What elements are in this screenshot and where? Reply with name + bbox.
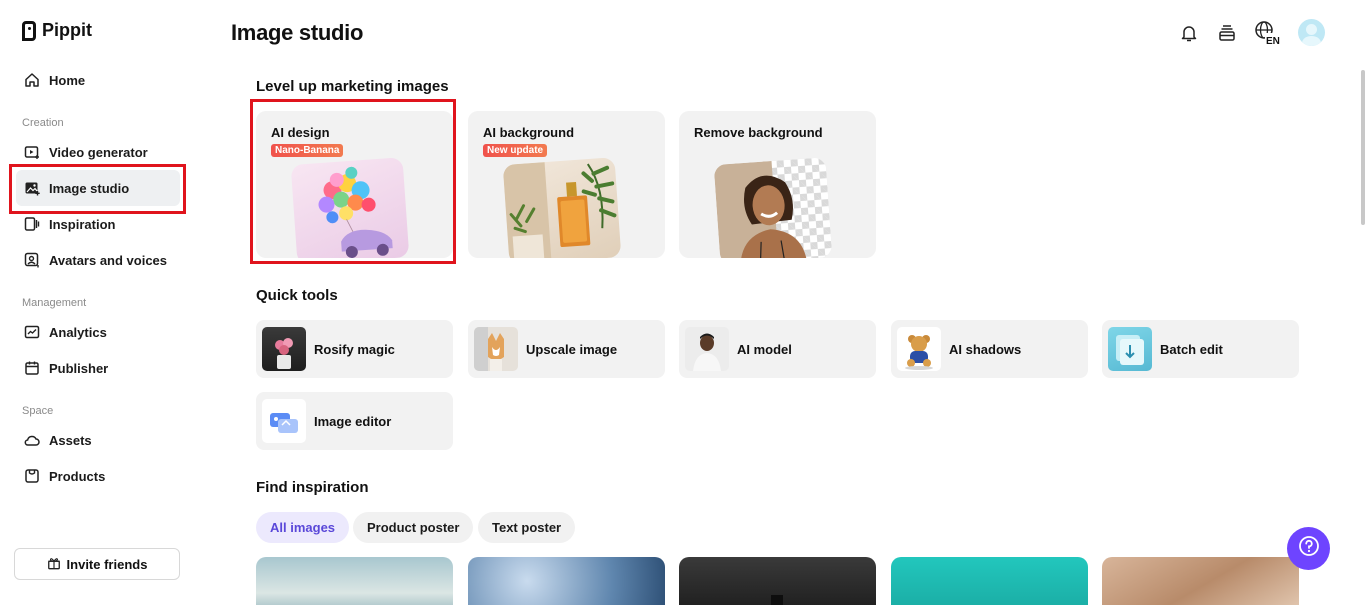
quick-tool-ai-shadows[interactable]: AI shadows	[891, 320, 1088, 378]
inspiration-card-2[interactable]	[468, 557, 665, 605]
sidebar-item-label: Avatars and voices	[49, 252, 168, 268]
quick-tool-label: Rosify magic	[314, 341, 395, 357]
sidebar-item-label: Image studio	[49, 180, 130, 196]
sidebar-item-label: Video generator	[49, 144, 148, 160]
perfume-bottle-image	[502, 157, 622, 258]
home-icon	[24, 72, 40, 88]
video-plus-icon	[24, 144, 40, 160]
app-name: Pippit	[42, 20, 92, 40]
feature-card-title: Remove background	[694, 125, 823, 140]
product-box-icon	[24, 468, 40, 484]
feature-card-remove-background[interactable]: Remove background	[679, 111, 876, 258]
page-scrollbar[interactable]	[1361, 70, 1365, 225]
question-icon	[1298, 535, 1320, 562]
sidebar-item-analytics[interactable]: Analytics	[16, 314, 180, 350]
feature-card-title: AI background	[483, 125, 575, 140]
invite-friends-label: Invite friends	[66, 556, 148, 572]
quick-tool-label: Image editor	[314, 413, 392, 429]
image-plus-icon	[24, 180, 40, 196]
quick-tool-ai-model[interactable]: AI model	[679, 320, 876, 378]
sidebar-item-home[interactable]: Home	[16, 62, 180, 98]
sidebar-item-products[interactable]: Products	[16, 458, 180, 494]
sidebar-item-inspiration[interactable]: Inspiration	[16, 206, 180, 242]
language-code: EN	[1266, 36, 1280, 46]
feature-badge: New update	[483, 144, 548, 157]
balloon-car-image	[290, 157, 410, 258]
sidebar-item-image-studio[interactable]: Image studio	[16, 170, 180, 206]
rosify-thumbnail	[262, 327, 306, 371]
gift-icon	[47, 556, 61, 573]
woman-portrait-image	[713, 157, 833, 258]
help-button[interactable]	[1287, 527, 1330, 570]
feature-badge: Nano-Banana	[271, 144, 344, 157]
section-label-creation: Creation	[22, 117, 64, 129]
bell-icon[interactable]	[1178, 20, 1200, 46]
feature-card-title: AI design	[271, 125, 330, 140]
ai-model-thumbnail	[685, 327, 729, 371]
avatar[interactable]	[1298, 19, 1325, 46]
sidebar-item-label: Products	[49, 468, 106, 484]
sidebar-item-assets[interactable]: Assets	[16, 422, 180, 458]
page-title: Image studio	[231, 20, 364, 45]
cloud-icon	[24, 432, 40, 448]
sidebar-item-label: Publisher	[49, 360, 109, 376]
inspiration-card-4[interactable]	[891, 557, 1088, 605]
sidebar-item-avatars-and-voices[interactable]: Avatars and voices	[16, 242, 180, 278]
sidebar-item-label: Inspiration	[49, 216, 116, 232]
inspiration-card-5[interactable]	[1102, 557, 1299, 605]
avatar-voice-icon	[24, 252, 40, 268]
inspiration-card-3[interactable]	[679, 557, 876, 605]
sidebar-item-publisher[interactable]: Publisher	[16, 350, 180, 386]
product-silhouette	[771, 595, 783, 605]
invite-friends-button[interactable]: Invite friends	[14, 548, 180, 580]
inspiration-card-1[interactable]	[256, 557, 453, 605]
quick-tool-label: AI model	[737, 341, 792, 357]
batch-edit-thumbnail	[1108, 327, 1152, 371]
marketing-section-title: Level up marketing images	[256, 78, 449, 95]
inspiration-title: Find inspiration	[256, 479, 369, 496]
stack-icon[interactable]	[1216, 20, 1238, 46]
analytics-icon	[24, 324, 40, 340]
quick-tool-batch-edit[interactable]: Batch edit	[1102, 320, 1299, 378]
quick-tool-label: AI shadows	[949, 341, 1022, 357]
sidebar-item-video-generator[interactable]: Video generator	[16, 134, 180, 170]
filter-chip-product-poster[interactable]: Product poster	[353, 512, 474, 543]
quick-tool-rosify-magic[interactable]: Rosify magic	[256, 320, 453, 378]
filter-chip-all-images[interactable]: All images	[256, 512, 350, 543]
sidebar-item-label: Home	[49, 72, 86, 88]
pippit-logo-icon	[22, 20, 36, 41]
filter-chip-text-poster[interactable]: Text poster	[478, 512, 576, 543]
calendar-icon	[24, 360, 40, 376]
ai-shadows-thumbnail	[897, 327, 941, 371]
app-logo[interactable]: Pippit	[22, 20, 92, 41]
quick-tool-label: Batch edit	[1160, 341, 1223, 357]
inspiration-icon	[24, 216, 40, 232]
section-label-space: Space	[22, 405, 54, 417]
sidebar-item-label: Assets	[49, 432, 92, 448]
feature-card-ai-design[interactable]: AI design Nano-Banana	[256, 111, 453, 258]
quick-tools-title: Quick tools	[256, 287, 338, 304]
globe-language-icon[interactable]: EN	[1254, 20, 1282, 46]
sidebar: Pippit Home Creation Video generator Ima…	[0, 0, 200, 605]
image-editor-thumbnail	[262, 399, 306, 443]
upscale-thumbnail	[474, 327, 518, 371]
quick-tool-upscale-image[interactable]: Upscale image	[468, 320, 665, 378]
header-actions: EN	[1178, 19, 1325, 46]
quick-tool-label: Upscale image	[526, 341, 618, 357]
sidebar-item-label: Analytics	[49, 324, 107, 340]
section-label-management: Management	[22, 297, 87, 309]
quick-tool-image-editor[interactable]: Image editor	[256, 392, 453, 450]
feature-card-ai-background[interactable]: AI background New update	[468, 111, 665, 258]
